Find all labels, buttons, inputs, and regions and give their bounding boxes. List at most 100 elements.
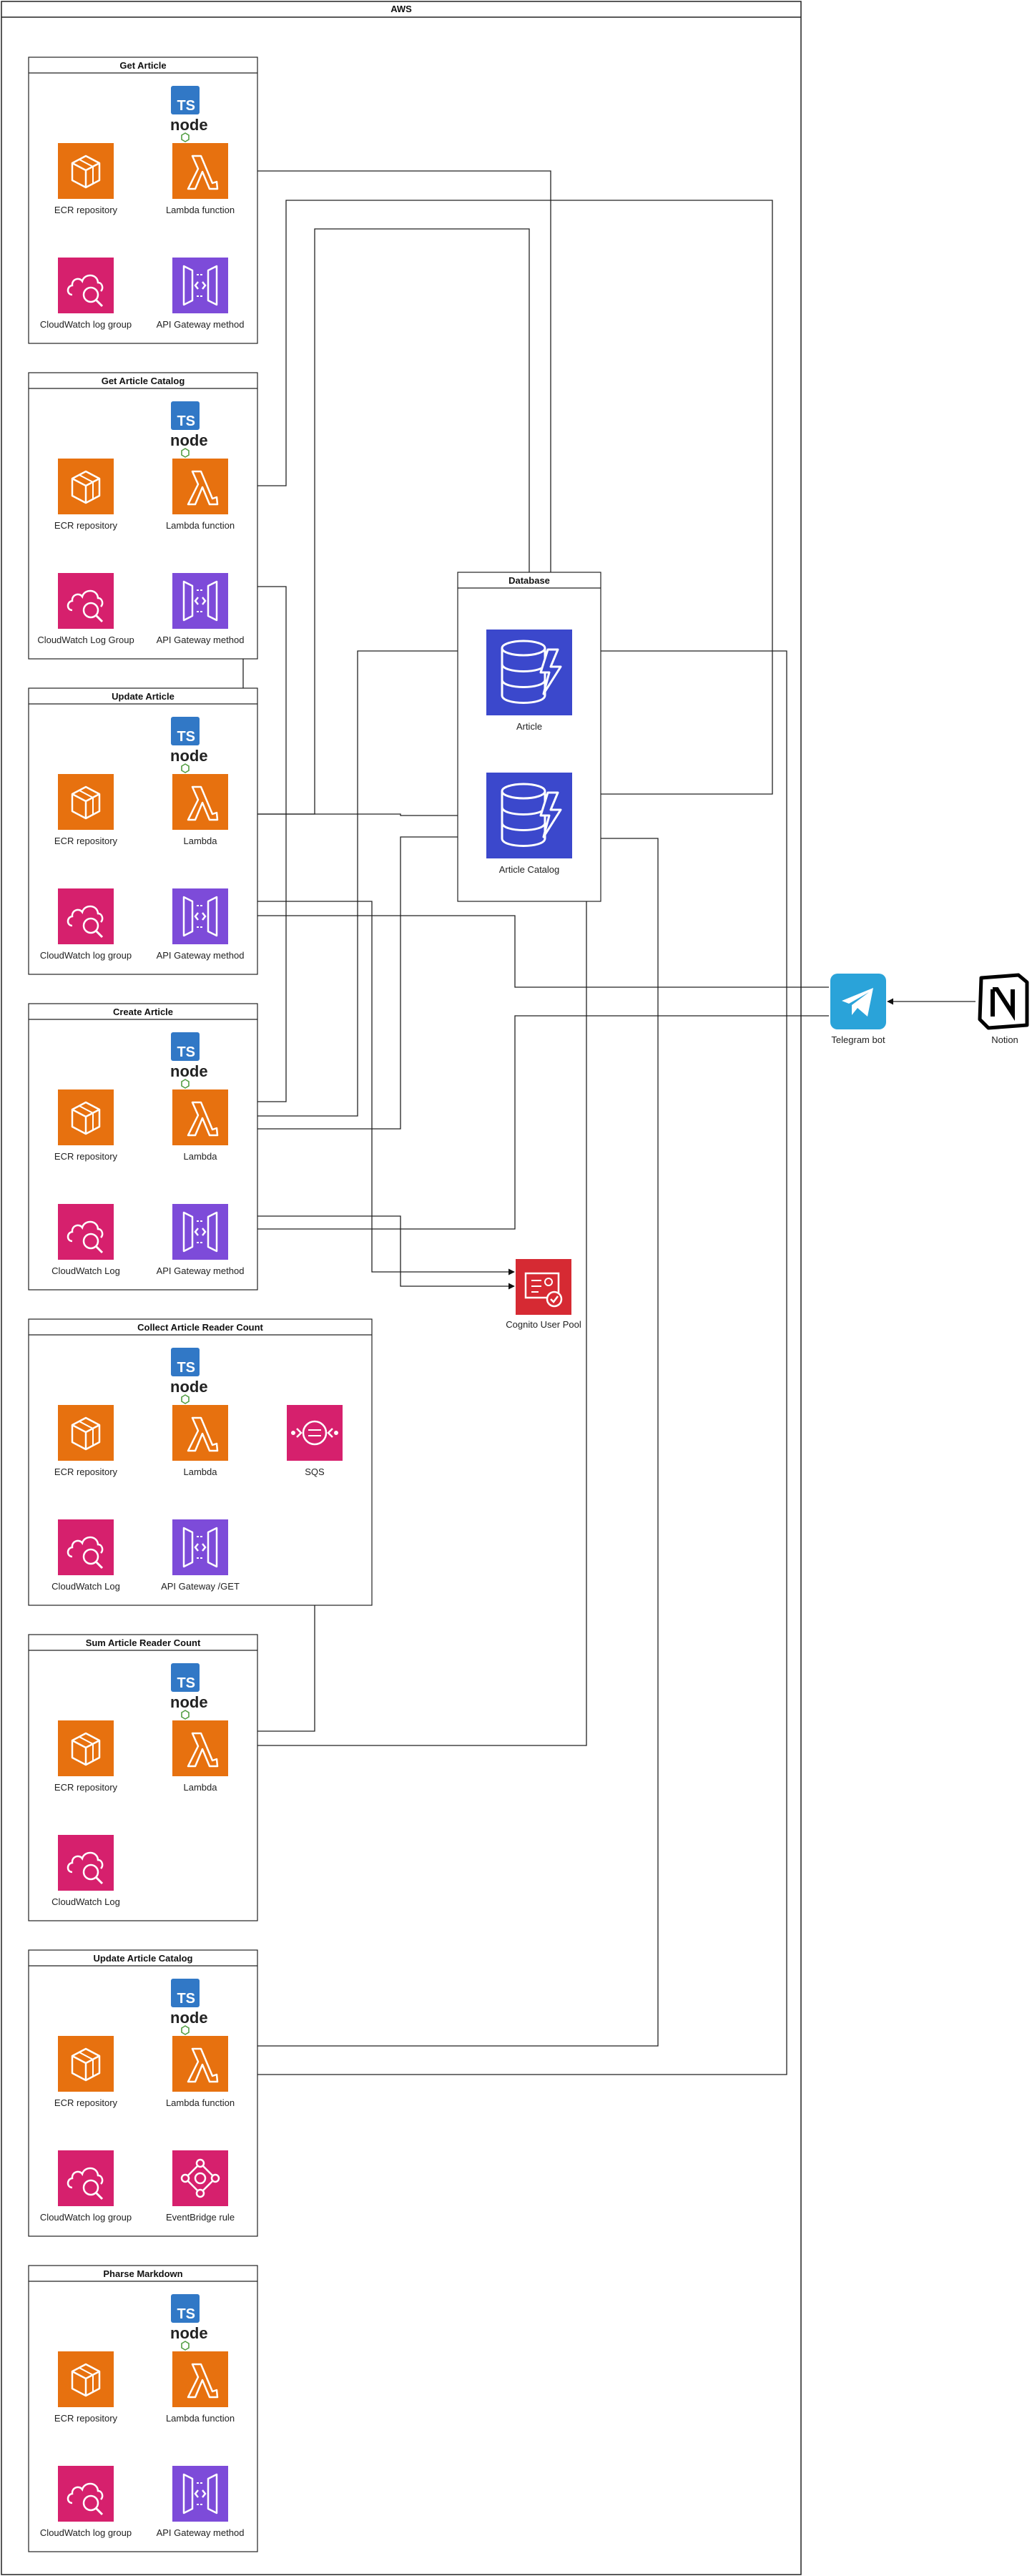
cloudwatch-icon <box>58 1835 114 1891</box>
function-group: Pharse Markdown TS node ECR repository Lambd… <box>28 2265 258 2552</box>
svg-text:TS: TS <box>177 1991 195 2007</box>
dynamodb-table-icon <box>486 773 572 858</box>
ecr-repository-icon <box>58 774 114 830</box>
api-gateway-icon <box>172 1204 228 1260</box>
ecr-label: ECR repository <box>54 1151 118 1162</box>
group-title: Update Article Catalog <box>94 1953 193 1964</box>
svg-text:node: node <box>170 116 208 134</box>
api-gateway-icon <box>172 573 228 629</box>
ecr-repository-icon <box>58 1089 114 1145</box>
log-group-label: CloudWatch log group <box>40 950 132 961</box>
ecr-repository-icon <box>58 1720 114 1776</box>
function-group: Get Article Catalog TS node ECR repository L… <box>28 372 258 660</box>
ecr-label: ECR repository <box>54 1466 118 1477</box>
lambda-label: Lambda <box>184 1151 218 1162</box>
telegram-bot-icon <box>830 974 886 1029</box>
cognito-label: Cognito User Pool <box>506 1319 581 1330</box>
trigger-label: EventBridge rule <box>166 2212 235 2223</box>
lambda-label: Lambda function <box>166 520 235 531</box>
lambda-label: Lambda function <box>166 2097 235 2108</box>
ecr-label: ECR repository <box>54 836 118 846</box>
log-group-label: CloudWatch log group <box>40 2527 132 2538</box>
svg-text:TS: TS <box>177 1675 195 1691</box>
trigger-label: API Gateway method <box>157 2527 245 2538</box>
trigger-label: API Gateway /GET <box>161 1581 240 1592</box>
trigger-label: API Gateway method <box>157 950 245 961</box>
api-gateway-icon <box>172 258 228 313</box>
dynamodb-table-label: Article Catalog <box>499 864 560 875</box>
dynamodb-table-icon <box>486 630 572 715</box>
lambda-label: Lambda <box>184 1782 218 1793</box>
cloudwatch-icon <box>58 2466 114 2522</box>
sqs-label: SQS <box>305 1466 325 1477</box>
architecture-diagram: AWS Get Article TS node ECR repository Lambd… <box>1 1 1029 2575</box>
ecr-repository-icon <box>58 2351 114 2407</box>
svg-text:TS: TS <box>177 729 195 745</box>
function-group: Get Article TS node ECR repository Lambda fu… <box>28 57 258 344</box>
cloudwatch-icon <box>58 1204 114 1260</box>
aws-title: AWS <box>390 4 412 14</box>
group-title: Update Article <box>112 691 175 702</box>
notion-label: Notion <box>991 1034 1018 1045</box>
ecr-label: ECR repository <box>54 205 118 215</box>
log-group-label: CloudWatch Log <box>51 1581 120 1592</box>
log-group-label: CloudWatch Log <box>51 1265 120 1276</box>
log-group-label: CloudWatch Log Group <box>37 635 134 645</box>
ecr-label: ECR repository <box>54 1782 118 1793</box>
svg-text:node: node <box>170 2324 208 2342</box>
ecr-label: ECR repository <box>54 2413 118 2424</box>
ecr-repository-icon <box>58 143 114 199</box>
cloudwatch-icon <box>58 573 114 629</box>
api-gateway-icon <box>172 1519 228 1575</box>
svg-text:TS: TS <box>177 1044 195 1060</box>
telegram-bot-label: Telegram bot <box>831 1034 885 1045</box>
ecr-repository-icon <box>58 459 114 514</box>
cloudwatch-icon <box>58 2150 114 2206</box>
svg-text:TS: TS <box>177 98 195 114</box>
svg-text:TS: TS <box>177 1360 195 1376</box>
api-gateway-icon <box>172 2466 228 2522</box>
ecr-label: ECR repository <box>54 2097 118 2108</box>
group-title: Get Article <box>119 60 166 71</box>
lambda-icon <box>172 143 228 199</box>
database-title: Database <box>508 575 550 586</box>
eventbridge-icon <box>172 2150 228 2206</box>
trigger-label: API Gateway method <box>157 635 245 645</box>
lambda-icon <box>172 774 228 830</box>
svg-text:node: node <box>170 1378 208 1396</box>
svg-text:node: node <box>170 747 208 765</box>
ecr-label: ECR repository <box>54 520 118 531</box>
cloudwatch-icon <box>58 888 114 944</box>
lambda-label: Lambda function <box>166 2413 235 2424</box>
cognito-user-pool-icon <box>516 1259 571 1315</box>
lambda-icon <box>172 1405 228 1461</box>
lambda-icon <box>172 2036 228 2092</box>
lambda-icon <box>172 1089 228 1145</box>
lambda-label: Lambda <box>184 836 218 846</box>
group-title: Sum Article Reader Count <box>86 1637 201 1648</box>
cloudwatch-icon <box>58 258 114 313</box>
lambda-label: Lambda <box>184 1466 218 1477</box>
svg-text:TS: TS <box>177 413 195 429</box>
sqs-icon <box>287 1405 343 1461</box>
svg-text:node: node <box>170 1693 208 1711</box>
trigger-label: API Gateway method <box>157 319 245 330</box>
function-group: Update Article Catalog TS node ECR reposito… <box>28 1949 258 2237</box>
ecr-repository-icon <box>58 2036 114 2092</box>
log-group-label: CloudWatch log group <box>40 319 132 330</box>
trigger-label: API Gateway method <box>157 1265 245 1276</box>
notion-icon <box>978 973 1029 1030</box>
api-gateway-icon <box>172 888 228 944</box>
lambda-icon <box>172 2351 228 2407</box>
dynamodb-table-label: Article <box>516 721 542 732</box>
log-group-label: CloudWatch Log <box>51 1896 120 1907</box>
cloudwatch-icon <box>58 1519 114 1575</box>
function-group: Create Article TS node ECR repository Lambda… <box>28 1003 258 1291</box>
svg-text:node: node <box>170 1062 208 1080</box>
svg-text:TS: TS <box>177 2306 195 2322</box>
lambda-icon <box>172 1720 228 1776</box>
function-group: Collect Article Reader Count TS node ECR re… <box>28 1318 373 1606</box>
group-title: Create Article <box>113 1007 173 1017</box>
lambda-label: Lambda function <box>166 205 235 215</box>
svg-text:node: node <box>170 2009 208 2027</box>
